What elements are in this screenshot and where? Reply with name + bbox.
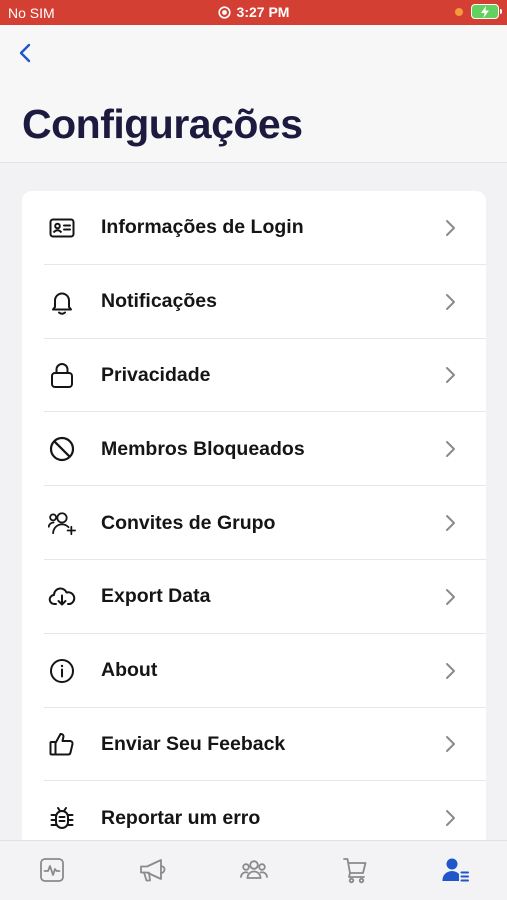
settings-item-label: Reportar um erro (101, 806, 261, 829)
chevron-right-icon (446, 219, 455, 236)
tab-activity[interactable] (37, 855, 67, 885)
chevron-right-icon (446, 810, 455, 827)
settings-item-label: About (101, 659, 158, 682)
thumbs-up-icon (48, 730, 76, 758)
settings-item-privacy[interactable]: Privacidade (22, 339, 486, 413)
activity-icon (40, 858, 64, 882)
status-time: 3:27 PM (236, 4, 290, 20)
screen-record-icon (217, 5, 231, 19)
settings-item-export-data[interactable]: Export Data (22, 560, 486, 634)
cart-icon (343, 858, 367, 884)
info-icon (48, 657, 76, 685)
settings-item-label: Privacidade (101, 363, 211, 386)
status-center: 3:27 PM (0, 4, 507, 20)
settings-item-label: Informações de Login (101, 216, 304, 239)
chevron-right-icon (446, 441, 455, 458)
lock-icon (48, 361, 76, 389)
back-button[interactable] (14, 41, 38, 65)
settings-list: Informações de Login Notificações Privac… (22, 191, 486, 851)
settings-item-notifications[interactable]: Notificações (22, 265, 486, 339)
bell-icon (48, 288, 76, 316)
profile-settings-icon (442, 858, 469, 882)
group-add-icon (48, 509, 76, 537)
settings-item-about[interactable]: About (22, 634, 486, 708)
settings-item-send-feedback[interactable]: Enviar Seu Feeback (22, 708, 486, 782)
chevron-right-icon (446, 736, 455, 753)
id-card-icon (48, 214, 76, 242)
tab-cart[interactable] (340, 855, 370, 885)
status-right (455, 4, 502, 19)
settings-item-login-info[interactable]: Informações de Login (22, 191, 486, 265)
settings-item-blocked-members[interactable]: Membros Bloqueados (22, 412, 486, 486)
people-icon (240, 860, 268, 879)
tab-bar (0, 840, 507, 900)
status-bar: No SIM 3:27 PM (0, 0, 507, 25)
header: Configurações (0, 25, 507, 163)
bug-icon (48, 804, 76, 832)
page-title: Configurações (22, 101, 303, 147)
chevron-right-icon (446, 367, 455, 384)
settings-item-label: Membros Bloqueados (101, 437, 305, 460)
settings-item-label: Export Data (101, 585, 211, 608)
settings-item-group-invites[interactable]: Convites de Grupo (22, 486, 486, 560)
chevron-right-icon (446, 588, 455, 605)
settings-item-label: Notificações (101, 290, 217, 313)
tab-community[interactable] (239, 855, 269, 885)
settings-item-label: Enviar Seu Feeback (101, 732, 286, 755)
tab-announcements[interactable] (137, 855, 167, 885)
tab-profile-settings[interactable] (441, 855, 471, 885)
chevron-right-icon (446, 515, 455, 532)
chevron-right-icon (446, 293, 455, 310)
privacy-dot-icon (455, 7, 463, 16)
chevron-left-icon (19, 43, 31, 63)
cloud-download-icon (48, 583, 76, 611)
battery-icon (471, 4, 502, 19)
chevron-right-icon (446, 662, 455, 679)
megaphone-icon (140, 859, 166, 882)
block-icon (48, 435, 76, 463)
settings-item-label: Convites de Grupo (101, 511, 276, 534)
